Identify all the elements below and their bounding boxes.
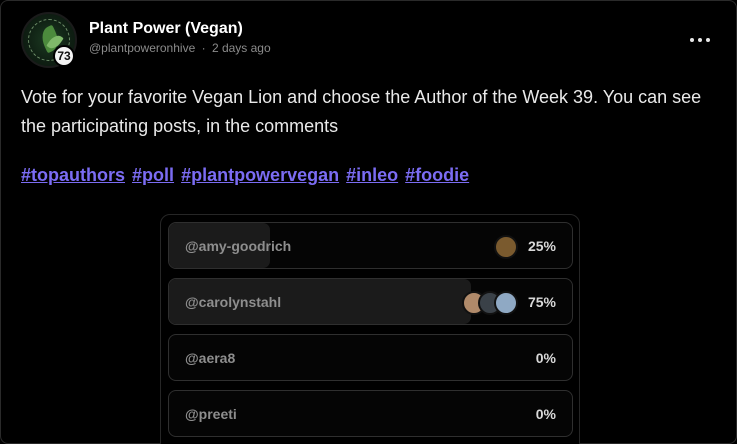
poll-option-percent: 0% xyxy=(535,406,556,422)
hashtag-inleo[interactable]: #inleo xyxy=(346,165,398,185)
author-handle[interactable]: @plantpoweronhive xyxy=(89,41,195,55)
hashtag-plantpowervegan[interactable]: #plantpowervegan xyxy=(181,165,339,185)
voter-avatars xyxy=(462,291,518,315)
hashtag-list: #topauthors #poll #plantpowervegan #inle… xyxy=(21,165,471,186)
hashtag-poll[interactable]: #poll xyxy=(132,165,174,185)
poll-option[interactable]: @carolynstahl 75% xyxy=(168,278,573,325)
author-meta: @plantpoweronhive · 2 days ago xyxy=(89,41,271,55)
poll-option-percent: 25% xyxy=(527,238,556,254)
author-name[interactable]: Plant Power (Vegan) xyxy=(89,20,243,38)
poll-option-percent: 0% xyxy=(535,350,556,366)
poll-option-label: @carolynstahl xyxy=(185,294,282,310)
poll-option-label: @aera8 xyxy=(185,350,236,366)
poll-option[interactable]: @aera8 0% xyxy=(168,334,573,381)
hashtag-topauthors[interactable]: #topauthors xyxy=(21,165,125,185)
more-options-icon[interactable] xyxy=(690,36,710,44)
post-card: 73 Plant Power (Vegan) @plantpoweronhive… xyxy=(0,0,737,444)
poll-option-percent: 75% xyxy=(527,294,556,310)
voter-avatars xyxy=(494,235,518,259)
poll-option-label: @amy-goodrich xyxy=(185,238,292,254)
reputation-badge: 73 xyxy=(53,45,75,67)
meta-separator: · xyxy=(201,41,206,55)
hashtag-foodie[interactable]: #foodie xyxy=(405,165,469,185)
voter-avatar xyxy=(494,235,518,259)
poll-option[interactable]: @preeti 0% xyxy=(168,390,573,437)
poll: @amy-goodrich 25% @carolynstahl 75% @aer… xyxy=(160,214,580,444)
poll-option[interactable]: @amy-goodrich 25% xyxy=(168,222,573,269)
poll-option-label: @preeti xyxy=(185,406,237,422)
voter-avatar xyxy=(494,291,518,315)
post-time: 2 days ago xyxy=(211,41,271,55)
post-text: Vote for your favorite Vegan Lion and ch… xyxy=(21,87,702,136)
